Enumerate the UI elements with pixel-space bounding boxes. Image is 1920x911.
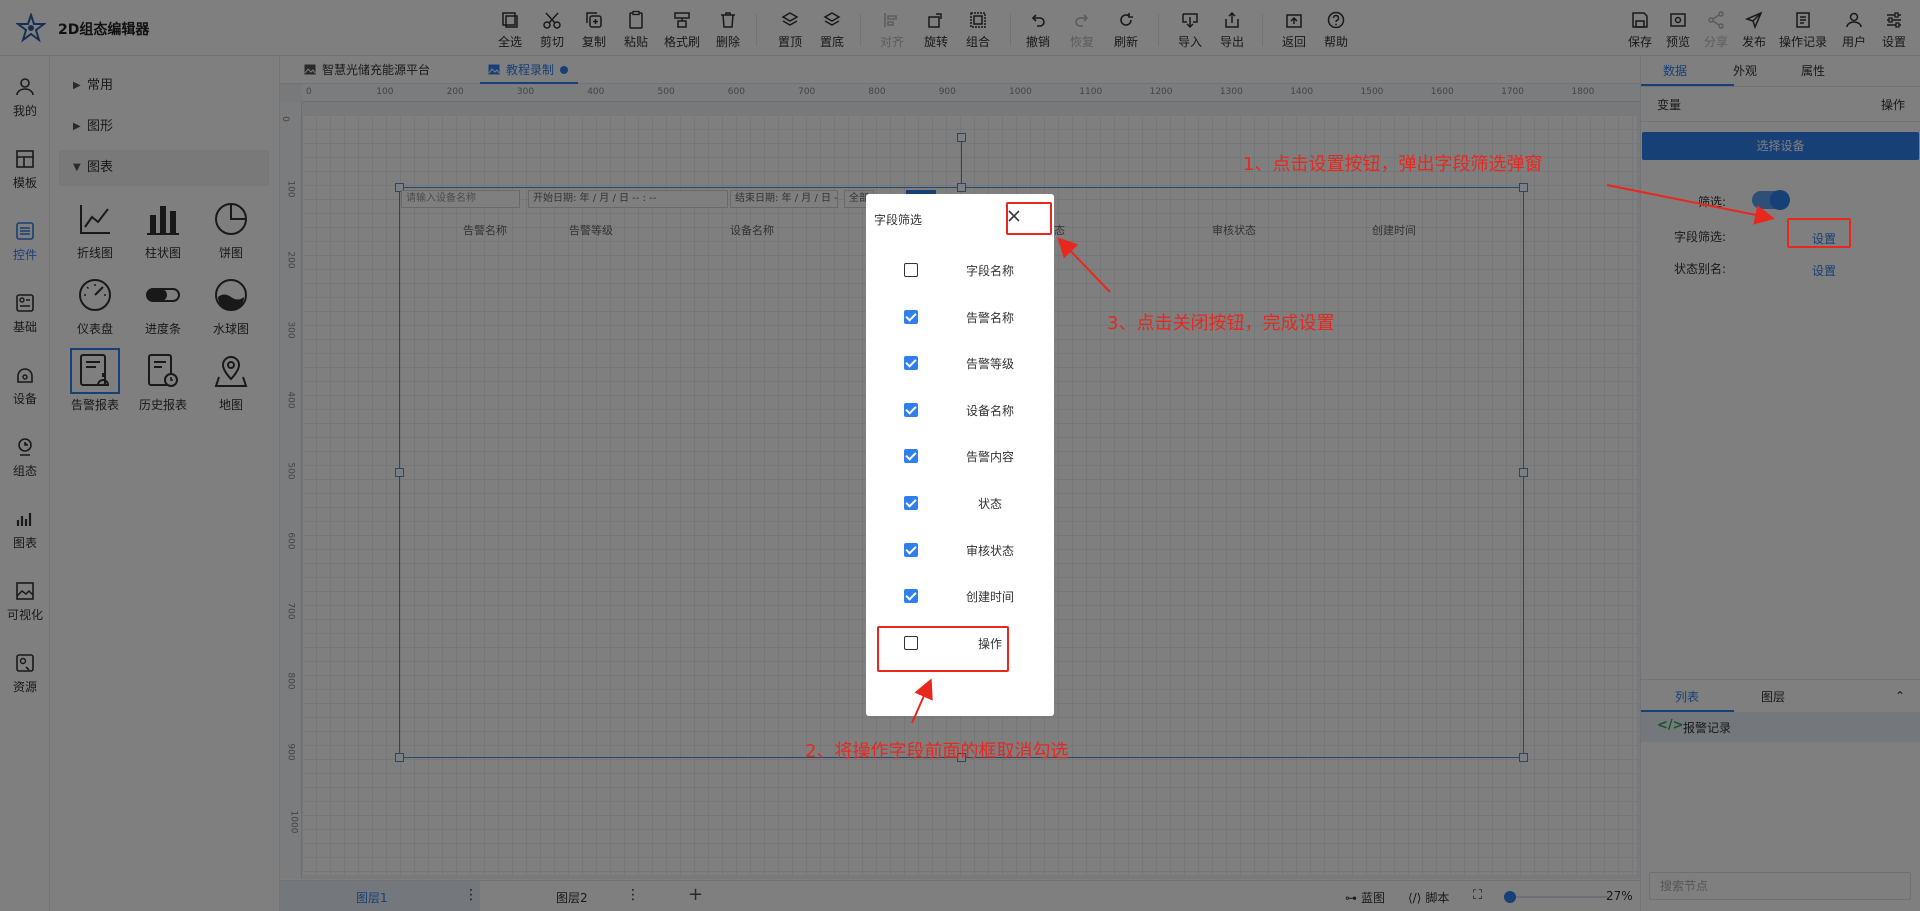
- field-row[interactable]: 设备名称: [866, 398, 1054, 422]
- field-label: 状态: [977, 497, 1002, 511]
- field-row[interactable]: 告警内容: [866, 444, 1054, 468]
- field-row[interactable]: 状态: [866, 491, 1054, 515]
- field-label: 创建时间: [965, 590, 1014, 605]
- field-row[interactable]: 创建时间: [866, 584, 1054, 608]
- field-label: 审核状态: [965, 543, 1014, 558]
- annotation-step3: 3、点击关闭按钮，完成设置: [1107, 313, 1335, 334]
- highlight-operation: [877, 626, 1009, 672]
- field-label: 告警等级: [965, 357, 1014, 372]
- field-label: 告警内容: [965, 450, 1014, 465]
- editor-app: 2D组态编辑器 全选 剪切 复制 粘贴 格式刷 删除 置顶 置底 对齐 旋转 组…: [0, 0, 1920, 911]
- annotation-step2: 2、将操作字段前面的框取消勾选: [805, 741, 1069, 762]
- field-label: 字段名称: [965, 264, 1014, 278]
- field-label: 设备名称: [965, 403, 1014, 418]
- field-row[interactable]: 字段名称: [866, 258, 1054, 282]
- field-row[interactable]: 告警等级: [866, 351, 1054, 375]
- field-row[interactable]: 告警名称: [866, 305, 1054, 329]
- highlight-close: [1006, 202, 1052, 235]
- highlight-set-link: [1787, 218, 1851, 248]
- annotation-step1: 1、点击设置按钮，弹出字段筛选弹窗: [1243, 154, 1543, 175]
- dialog-title: 字段筛选: [874, 213, 923, 227]
- field-row[interactable]: 审核状态: [866, 538, 1054, 562]
- field-label: 告警名称: [965, 310, 1014, 325]
